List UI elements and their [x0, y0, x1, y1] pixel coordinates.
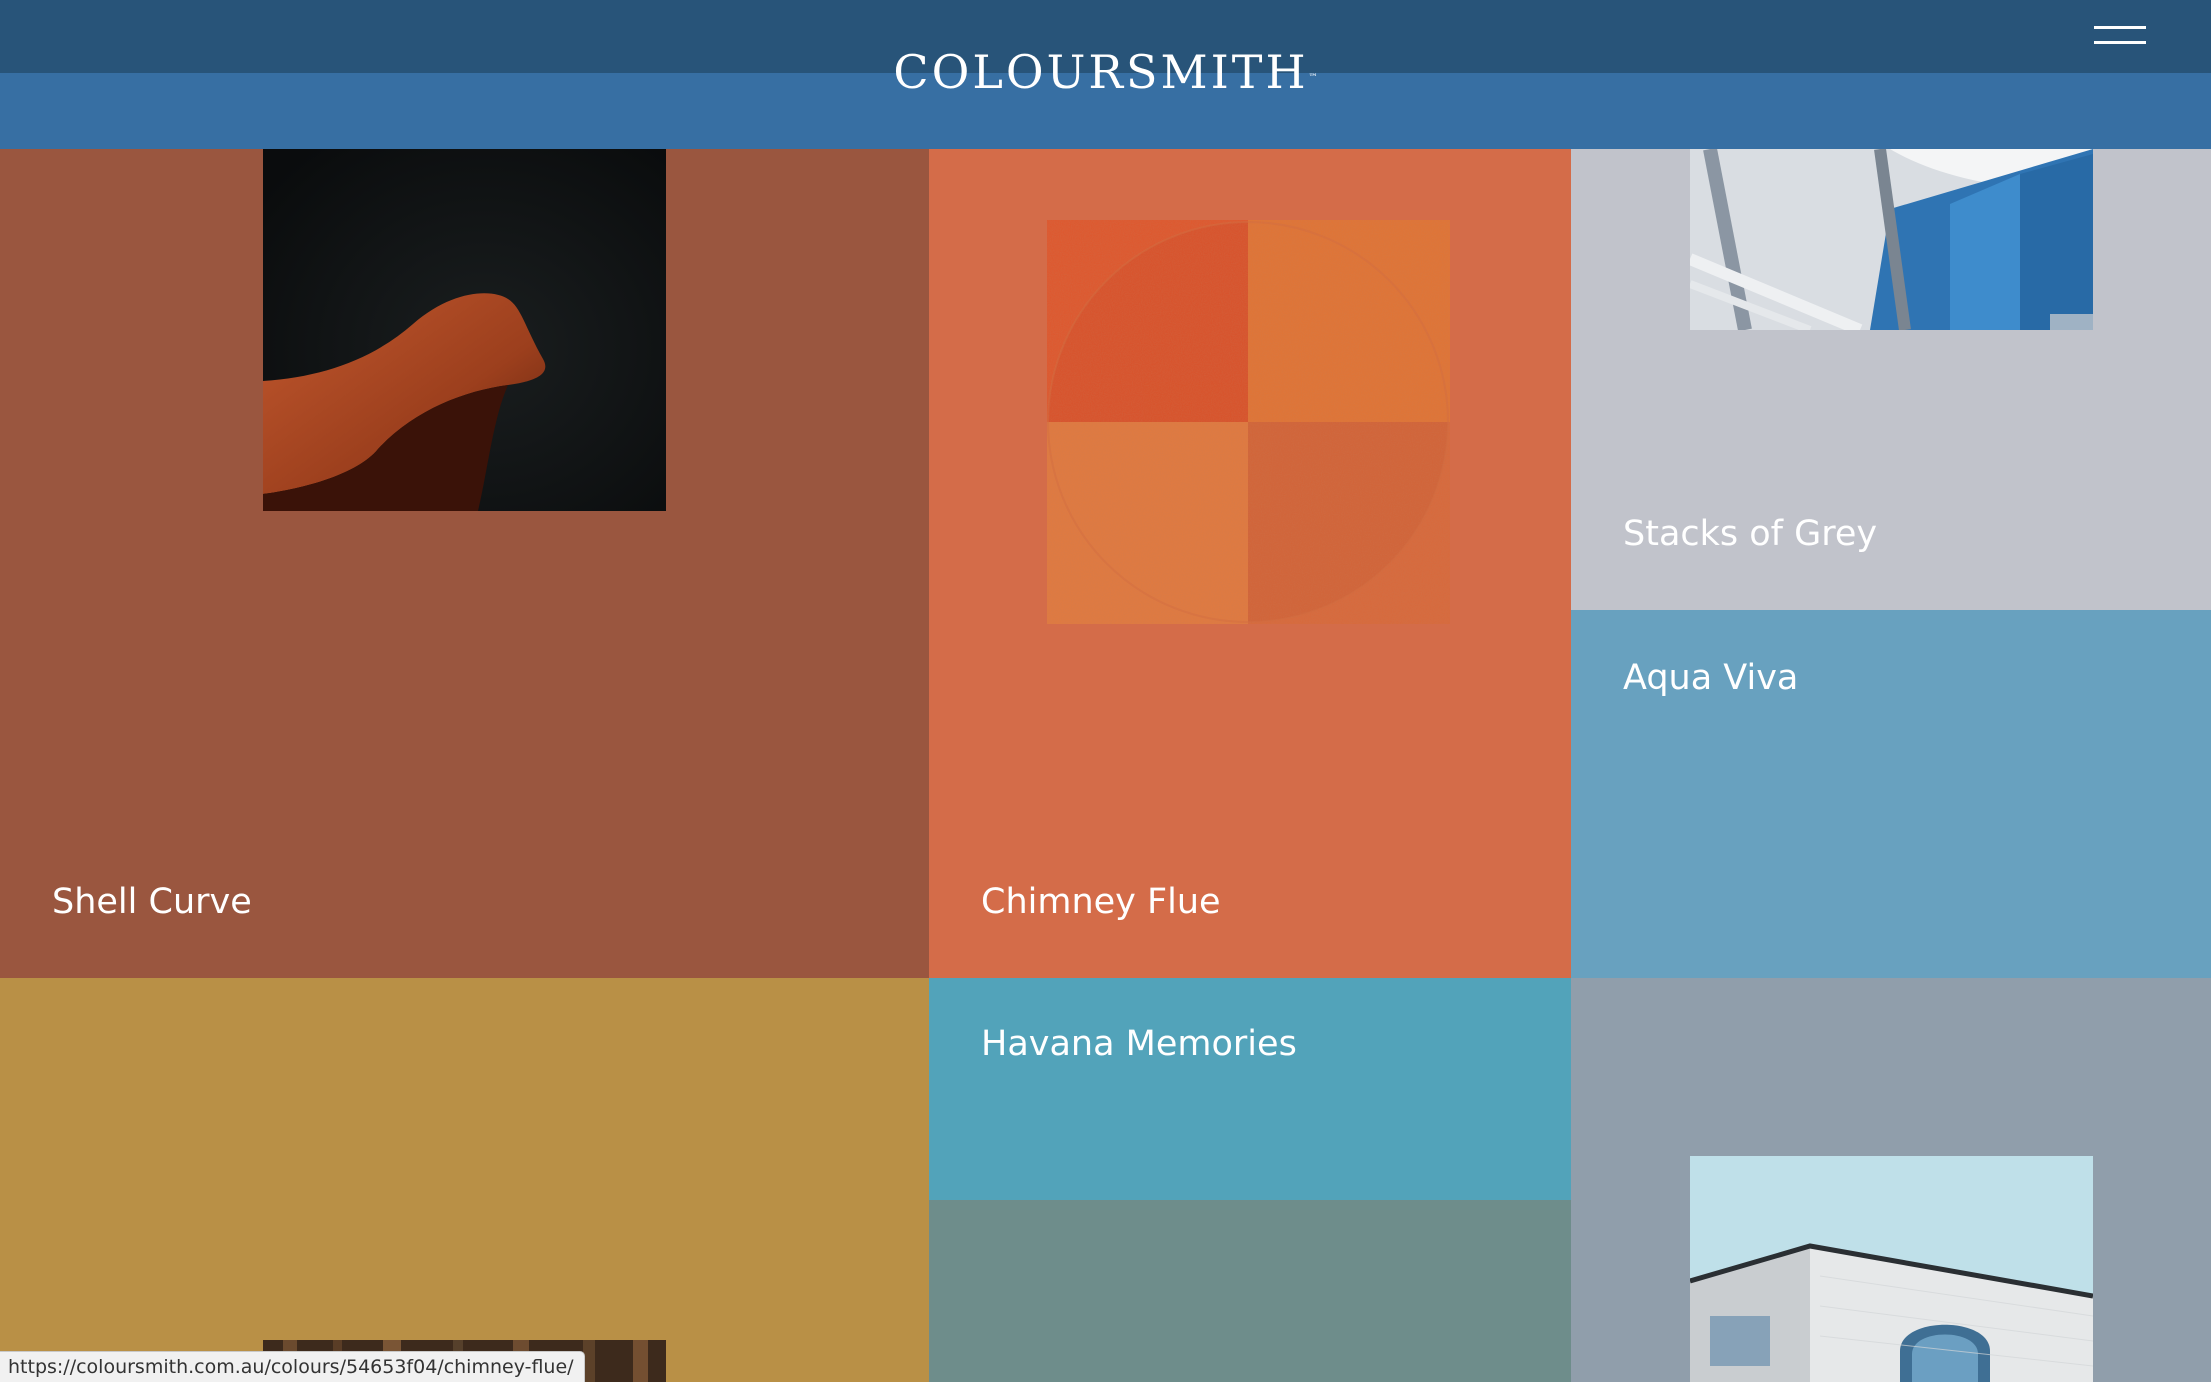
colour-tile-mustard[interactable] — [0, 978, 929, 1382]
tile-name-shell-curve: Shell Curve — [52, 882, 252, 922]
colour-tile-stacks-of-grey[interactable]: Stacks of Grey — [1571, 149, 2211, 610]
tile-name-aqua-viva: Aqua Viva — [1623, 658, 1799, 698]
colour-tile-shell-curve[interactable]: Shell Curve — [0, 149, 929, 978]
rust-texture-artwork — [1047, 220, 1450, 624]
colour-tile-aqua-viva[interactable]: Aqua Viva — [1571, 610, 2211, 978]
coloursmith-logo[interactable]: COLOURSMITH™ — [0, 44, 2211, 100]
colour-tile-havana-memories[interactable]: Havana Memories — [929, 978, 1571, 1200]
blue-building-structure-photo — [1690, 149, 2093, 330]
trademark-mark: ™ — [1308, 73, 1318, 83]
browser-status-url: https://coloursmith.com.au/colours/54653… — [0, 1351, 585, 1382]
colour-tile-chimney-flue[interactable]: Chimney Flue — [929, 149, 1571, 978]
orange-chair-photo — [263, 149, 666, 511]
menu-line — [2094, 41, 2146, 44]
tile-name-stacks-of-grey: Stacks of Grey — [1623, 514, 1878, 554]
white-building-sky-photo — [1690, 1156, 2093, 1382]
colour-tile-sage[interactable] — [929, 1200, 1571, 1382]
logo-text: COLOURSMITH — [893, 45, 1309, 99]
tile-name-chimney-flue: Chimney Flue — [981, 882, 1221, 922]
tile-name-havana-memories: Havana Memories — [981, 1024, 1297, 1064]
menu-line — [2094, 26, 2146, 29]
hamburger-menu-icon[interactable] — [2086, 20, 2146, 50]
colour-tile-slate-grey[interactable] — [1571, 978, 2211, 1382]
